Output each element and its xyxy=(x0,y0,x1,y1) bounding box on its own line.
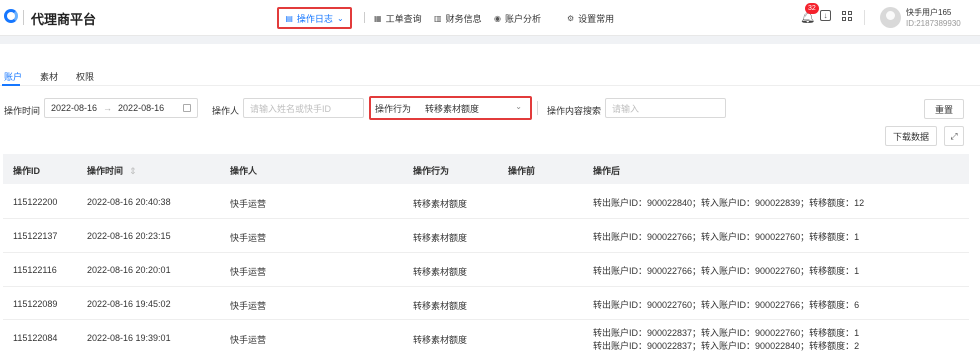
nav-account-analysis-label: 账户分析 xyxy=(504,13,541,24)
notification-badge: 32 xyxy=(805,3,819,14)
user-divider xyxy=(864,10,865,25)
cell-id: 115122200 xyxy=(13,197,58,207)
nav-finance-info[interactable]: ▥ 财务信息 xyxy=(434,8,482,28)
sort-icon[interactable]: ⇕ xyxy=(129,166,137,176)
column-header-operator: 操作人 xyxy=(230,166,258,176)
cell-after-line: 转出账户ID：900022840；转入账户ID：900022839；转移额度：1… xyxy=(593,198,865,208)
column-header-time-label: 操作时间 xyxy=(87,166,124,176)
table-row: 115122089 2022-08-16 19:45:02 快手运营 转移素材额… xyxy=(3,287,969,320)
cell-after-line: 转出账户ID：900022766；转入账户ID：900022760；转移额度：1 xyxy=(593,232,860,242)
date-end[interactable]: 2022-08-16 xyxy=(118,103,164,113)
cell-time: 2022-08-16 20:20:01 xyxy=(87,265,171,275)
cell-time: 2022-08-16 20:40:38 xyxy=(87,197,171,207)
chevron-down-icon: ⌄ xyxy=(336,13,344,23)
column-header-after: 操作后 xyxy=(593,166,621,176)
tab-active-indicator xyxy=(2,84,20,86)
cell-time: 2022-08-16 20:23:15 xyxy=(87,231,171,241)
cell-after-line: 转出账户ID：900022837；转入账户ID：900022760；转移额度：1 xyxy=(593,328,860,338)
cell-after-line: 转出账户ID：900022837；转入账户ID：900022840；转移额度：2 xyxy=(593,341,860,351)
app-title: 代理商平台 xyxy=(31,12,97,27)
cell-after: 转出账户ID：900022766；转入账户ID：900022760；转移额度：1 xyxy=(593,265,859,278)
chevron-down-icon: ⌄ xyxy=(515,102,522,111)
arrow-right-icon: → xyxy=(103,103,113,113)
user-name[interactable]: 快手用户165 xyxy=(906,7,951,18)
action-select[interactable]: 操作行为 转移素材额度 ⌄ xyxy=(369,96,532,120)
column-header-action: 操作行为 xyxy=(413,166,450,176)
logo-icon xyxy=(4,9,18,23)
logo-divider xyxy=(23,10,24,25)
cell-operator: 快手运营 xyxy=(230,335,267,345)
filter-divider xyxy=(537,101,538,115)
cell-id: 115122137 xyxy=(13,231,58,241)
cell-action: 转移素材额度 xyxy=(413,267,468,277)
analysis-icon: ◉ xyxy=(494,13,501,23)
cell-after: 转出账户ID：900022837；转入账户ID：900022760；转移额度：1… xyxy=(593,327,859,353)
content-search-label: 操作内容搜索 xyxy=(547,106,602,116)
operator-filter-label: 操作人 xyxy=(212,106,240,116)
nav-settings[interactable]: ⚙ 设置常用 xyxy=(567,8,614,28)
nav-divider xyxy=(364,12,365,23)
table-header: 操作ID 操作时间 ⇕ 操作人 操作行为 操作前 操作后 xyxy=(3,154,969,184)
avatar[interactable] xyxy=(880,7,901,28)
calendar-icon xyxy=(183,104,191,112)
nav-operation-log-label: 操作日志 xyxy=(296,13,333,24)
nav-settings-label: 设置常用 xyxy=(578,13,615,24)
cell-action: 转移素材额度 xyxy=(413,199,468,209)
cell-time: 2022-08-16 19:45:02 xyxy=(87,299,171,309)
cell-action: 转移素材额度 xyxy=(413,335,468,345)
tab-account[interactable]: 账户 xyxy=(4,70,22,83)
table-row: 115122200 2022-08-16 20:40:38 快手运营 转移素材额… xyxy=(3,184,969,219)
top-bar: 代理商平台 ▤ 操作日志 ⌄ ▦ 工单查询 ▥ 财务信息 ◉ 账户分析 ⚙ 设置… xyxy=(0,0,980,36)
cell-id: 115122116 xyxy=(13,265,57,275)
table-row: 115122116 2022-08-16 20:20:01 快手运营 转移素材额… xyxy=(3,253,969,287)
user-id: ID:2187389930 xyxy=(906,19,961,28)
nav-account-analysis[interactable]: ◉ 账户分析 xyxy=(494,8,541,28)
cell-time: 2022-08-16 19:39:01 xyxy=(87,333,171,343)
operator-input[interactable]: 请输入姓名或快手ID xyxy=(243,98,364,118)
gear-icon: ⚙ xyxy=(567,13,575,23)
content-search-placeholder: 请输入 xyxy=(612,103,640,114)
cell-operator: 快手运营 xyxy=(230,301,267,311)
column-header-time[interactable]: 操作时间 ⇕ xyxy=(87,164,137,177)
date-range-picker[interactable]: 2022-08-16 → 2022-08-16 xyxy=(44,98,198,118)
cell-operator: 快手运营 xyxy=(230,233,267,243)
fullscreen-icon[interactable]: ⤢ xyxy=(944,126,964,146)
ticket-icon: ▦ xyxy=(374,13,382,23)
nav-ticket-query-label: 工单查询 xyxy=(385,13,422,24)
table-row: 115122137 2022-08-16 20:23:15 快手运营 转移素材额… xyxy=(3,219,969,253)
cell-action: 转移素材额度 xyxy=(413,301,468,311)
column-header-id: 操作ID xyxy=(13,166,41,176)
action-selected-value: 转移素材额度 xyxy=(425,103,480,114)
time-filter-label: 操作时间 xyxy=(4,106,41,116)
cell-after-line: 转出账户ID：900022760；转入账户ID：900022766；转移额度：6 xyxy=(593,300,860,310)
operator-placeholder: 请输入姓名或快手ID xyxy=(250,103,332,114)
date-start[interactable]: 2022-08-16 xyxy=(51,103,97,113)
cell-operator: 快手运营 xyxy=(230,267,267,277)
action-filter-label: 操作行为 xyxy=(375,103,412,114)
cell-id: 115122089 xyxy=(13,299,58,309)
column-header-before: 操作前 xyxy=(508,166,536,176)
cell-after: 转出账户ID：900022766；转入账户ID：900022760；转移额度：1 xyxy=(593,231,859,244)
cell-after: 转出账户ID：900022840；转入账户ID：900022839；转移额度：1… xyxy=(593,197,864,210)
reset-button[interactable]: 重置 xyxy=(924,99,964,119)
table-row: 115122084 2022-08-16 19:39:01 快手运营 转移素材额… xyxy=(3,320,969,357)
log-icon: ▤ xyxy=(285,13,293,23)
apps-grid-icon[interactable] xyxy=(842,11,852,21)
cell-after-line: 转出账户ID：900022766；转入账户ID：900022760；转移额度：1 xyxy=(593,266,860,276)
download-icon[interactable]: ↓ xyxy=(820,10,831,21)
cell-id: 115122084 xyxy=(13,333,58,343)
finance-icon: ▥ xyxy=(434,13,442,23)
cell-operator: 快手运营 xyxy=(230,199,267,209)
tab-permission[interactable]: 权限 xyxy=(76,70,94,83)
content-search-input[interactable]: 请输入 xyxy=(605,98,726,118)
cell-action: 转移素材额度 xyxy=(413,233,468,243)
download-data-button[interactable]: 下载数据 xyxy=(885,126,937,146)
nav-finance-info-label: 财务信息 xyxy=(445,13,482,24)
main-content: 账户 素材 权限 操作时间 2022-08-16 → 2022-08-16 操作… xyxy=(0,44,980,357)
nav-ticket-query[interactable]: ▦ 工单查询 xyxy=(374,8,422,28)
tab-material[interactable]: 素材 xyxy=(40,70,58,83)
tab-bar: 账户 素材 权限 xyxy=(0,44,980,86)
nav-operation-log[interactable]: ▤ 操作日志 ⌄ xyxy=(277,7,352,29)
cell-after: 转出账户ID：900022760；转入账户ID：900022766；转移额度：6 xyxy=(593,299,859,312)
